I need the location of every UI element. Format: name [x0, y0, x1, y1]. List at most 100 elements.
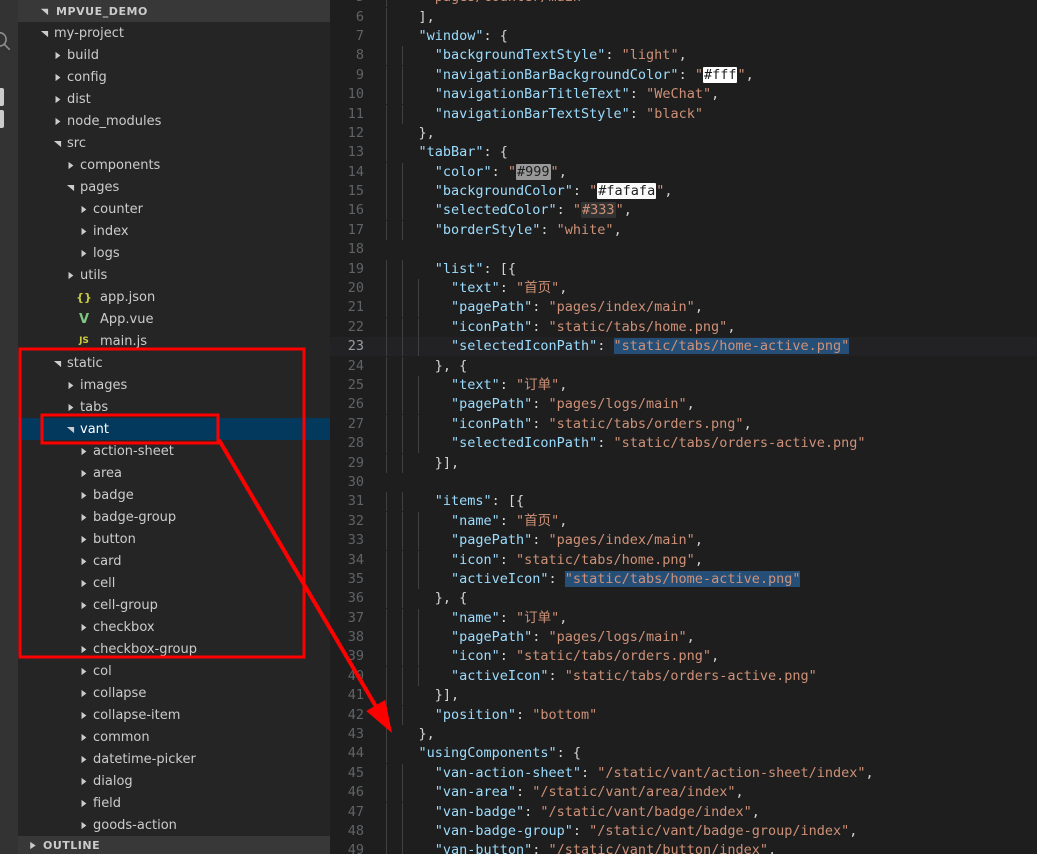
code-line[interactable]: 28 "selectedIconPath": "static/tabs/order…	[330, 434, 1037, 454]
code-line[interactable]: 42 "position": "bottom"	[330, 705, 1037, 725]
code-line[interactable]: 22 "iconPath": "static/tabs/home.png",	[330, 317, 1037, 337]
tree-item-utils[interactable]: utils	[18, 264, 330, 286]
tree-item-collapse[interactable]: collapse	[18, 682, 330, 704]
tree-item-index[interactable]: index	[18, 220, 330, 242]
tree-item-label: index	[93, 223, 129, 239]
tree-item-components[interactable]: components	[18, 154, 330, 176]
code-line[interactable]: 8 "backgroundTextStyle": "light",	[330, 46, 1037, 66]
code-line[interactable]: 12},	[330, 123, 1037, 143]
code-line[interactable]: 15 "backgroundColor": "#fafafa",	[330, 182, 1037, 202]
code-line-content: "navigationBarBackgroundColor": "#fff",	[380, 65, 1037, 85]
code-line[interactable]: 43},	[330, 725, 1037, 745]
tree-item-label: App.vue	[100, 311, 154, 327]
chevron-down-icon	[38, 5, 50, 17]
code-line[interactable]: 40 "activeIcon": "static/tabs/orders-acti…	[330, 666, 1037, 686]
code-line[interactable]: 10 "navigationBarTitleText": "WeChat",	[330, 85, 1037, 105]
tree-item-collapse-item[interactable]: collapse-item	[18, 704, 330, 726]
tree-item-col[interactable]: col	[18, 660, 330, 682]
code-line[interactable]: 7 "window": {	[330, 26, 1037, 46]
tree-item-badge-group[interactable]: badge-group	[18, 506, 330, 528]
code-line[interactable]: 34 "icon": "static/tabs/home.png",	[330, 550, 1037, 570]
code-line[interactable]: 13 "tabBar": {	[330, 143, 1037, 163]
code-line[interactable]: 5pages/counter/main	[330, 0, 1037, 8]
code-line[interactable]: 37 "name": "订单",	[330, 608, 1037, 628]
code-line[interactable]: 9 "navigationBarBackgroundColor": "#fff",	[330, 65, 1037, 85]
code-line[interactable]: 17 "borderStyle": "white",	[330, 220, 1037, 240]
code-line[interactable]: 45 "van-action-sheet": "/static/vant/acti…	[330, 763, 1037, 783]
tree-item-area[interactable]: area	[18, 462, 330, 484]
tree-item-pages[interactable]: pages	[18, 176, 330, 198]
code-line[interactable]: 36}, {	[330, 589, 1037, 609]
code-line[interactable]: 20 "text": "首页",	[330, 279, 1037, 299]
debug-icon[interactable]	[0, 110, 4, 128]
tree-item-dist[interactable]: dist	[18, 88, 330, 110]
code-editor[interactable]: 5pages/counter/main6],7"window": {8"back…	[330, 0, 1037, 854]
code-line[interactable]: 32 "name": "首页",	[330, 511, 1037, 531]
tree-item-checkbox-group[interactable]: checkbox-group	[18, 638, 330, 660]
tree-item-button[interactable]: button	[18, 528, 330, 550]
code-line[interactable]: 11 "navigationBarTextStyle": "black"	[330, 104, 1037, 124]
tree-item-config[interactable]: config	[18, 66, 330, 88]
line-number: 46	[347, 784, 364, 801]
tree-item-images[interactable]: images	[18, 374, 330, 396]
code-line[interactable]: 27 "iconPath": "static/tabs/orders.png",	[330, 414, 1037, 434]
file-tree[interactable]: my-project build config dist node_modules src…	[18, 22, 330, 836]
tree-item-card[interactable]: card	[18, 550, 330, 572]
tree-item-vant[interactable]: vant	[18, 418, 330, 440]
code-line[interactable]: 48 "van-badge-group": "/static/vant/badge…	[330, 821, 1037, 841]
tree-item-cell-group[interactable]: cell-group	[18, 594, 330, 616]
tree-item-static[interactable]: static	[18, 352, 330, 374]
code-line[interactable]: 23 "selectedIconPath": "static/tabs/home-…	[330, 337, 1037, 357]
code-line[interactable]: 41}],	[330, 686, 1037, 706]
tree-item-main-js[interactable]: JS main.js	[18, 330, 330, 352]
code-line-content: ],	[380, 7, 1037, 27]
code-line[interactable]: 24}, {	[330, 356, 1037, 376]
code-line[interactable]: 38 "pagePath": "pages/logs/main",	[330, 628, 1037, 648]
code-line[interactable]: 49 "van-button": "/static/vant/button/ind…	[330, 841, 1037, 854]
tree-item-action-sheet[interactable]: action-sheet	[18, 440, 330, 462]
tree-item-node-modules[interactable]: node_modules	[18, 110, 330, 132]
code-line[interactable]: 46 "van-area": "/static/vant/area/index",	[330, 783, 1037, 803]
tree-item-src[interactable]: src	[18, 132, 330, 154]
tree-item-app-json[interactable]: {} app.json	[18, 286, 330, 308]
code-line[interactable]: 30	[330, 473, 1037, 492]
tree-item-dialog[interactable]: dialog	[18, 770, 330, 792]
code-line[interactable]: 35 "activeIcon": "static/tabs/home-active…	[330, 569, 1037, 589]
tree-item-badge[interactable]: badge	[18, 484, 330, 506]
tree-item-my-project[interactable]: my-project	[18, 22, 330, 44]
code-line[interactable]: 16 "selectedColor": "#333",	[330, 201, 1037, 221]
tree-item-build[interactable]: build	[18, 44, 330, 66]
code-line[interactable]: 26 "pagePath": "pages/logs/main",	[330, 395, 1037, 415]
tree-item-app-vue[interactable]: V App.vue	[18, 308, 330, 330]
tree-item-cell[interactable]: cell	[18, 572, 330, 594]
code-line[interactable]: 25 "text": "订单",	[330, 376, 1037, 395]
code-line[interactable]: 31 "items": [{	[330, 492, 1037, 512]
code-line[interactable]: 21 "pagePath": "pages/index/main",	[330, 298, 1037, 318]
code-line-content: }, {	[380, 589, 1037, 609]
tree-item-datetime-picker[interactable]: datetime-picker	[18, 748, 330, 770]
code-line[interactable]: 44 "usingComponents": {	[330, 744, 1037, 764]
code-lines[interactable]: 5pages/counter/main6],7"window": {8"back…	[330, 0, 1037, 854]
explorer-section-header[interactable]: MPVUE_DEMO	[18, 0, 330, 22]
tree-item-checkbox[interactable]: checkbox	[18, 616, 330, 638]
code-line-content: },	[380, 123, 1037, 143]
code-line[interactable]: 29}],	[330, 453, 1037, 473]
code-line[interactable]: 39 "icon": "static/tabs/orders.png",	[330, 647, 1037, 667]
source-control-icon[interactable]	[0, 88, 4, 106]
tree-item-field[interactable]: field	[18, 792, 330, 814]
code-line[interactable]: 6],	[330, 7, 1037, 27]
outline-section-header[interactable]: OUTLINE	[18, 836, 330, 854]
tree-item-label: common	[93, 729, 150, 745]
tree-item-counter[interactable]: counter	[18, 198, 330, 220]
code-line[interactable]: 47 "van-badge": "/static/vant/badge/index…	[330, 802, 1037, 822]
line-number: 30	[347, 473, 364, 490]
code-line[interactable]: 19 "list": [{	[330, 259, 1037, 279]
code-line[interactable]: 14 "color": "#999",	[330, 162, 1037, 182]
search-icon[interactable]	[0, 28, 14, 54]
code-line[interactable]: 33 "pagePath": "pages/index/main",	[330, 531, 1037, 551]
tree-item-logs[interactable]: logs	[18, 242, 330, 264]
tree-item-common[interactable]: common	[18, 726, 330, 748]
tree-item-tabs[interactable]: tabs	[18, 396, 330, 418]
code-line[interactable]: 18	[330, 240, 1037, 259]
tree-item-goods-action[interactable]: goods-action	[18, 814, 330, 836]
